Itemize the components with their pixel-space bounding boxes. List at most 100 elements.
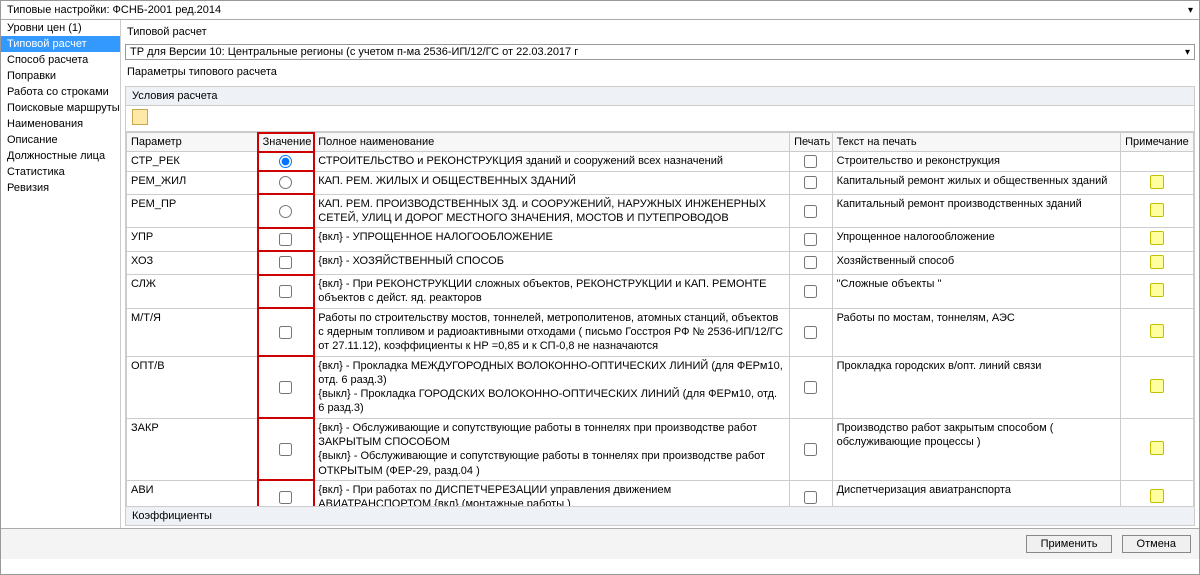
value-checkbox[interactable] <box>279 326 292 339</box>
cell-print <box>790 194 833 228</box>
value-radio[interactable] <box>279 176 292 189</box>
cell-fullname: {вкл} - Прокладка МЕЖДУГОРОДНЫХ ВОЛОКОНН… <box>314 356 790 418</box>
table-row[interactable]: СЛЖ{вкл} - При РЕКОНСТРУКЦИИ сложных объ… <box>127 275 1194 309</box>
cell-printtxt: Капитальный ремонт жилых и общественных … <box>832 171 1121 194</box>
sidebar-item[interactable]: Описание <box>1 132 120 148</box>
value-checkbox[interactable] <box>279 443 292 456</box>
cell-print <box>790 275 833 309</box>
titlebar-dropdown-icon[interactable]: ▾ <box>1188 5 1193 16</box>
note-icon[interactable] <box>1150 324 1164 338</box>
cell-param: АВИ <box>127 480 259 507</box>
cell-print <box>790 152 833 171</box>
cell-printtxt: Упрощенное налогообложение <box>832 228 1121 251</box>
cell-print <box>790 480 833 507</box>
col-value[interactable]: Значение <box>258 133 314 152</box>
sidebar-item[interactable]: Способ расчета <box>1 52 120 68</box>
note-icon[interactable] <box>1150 283 1164 297</box>
table-row[interactable]: ЗАКР{вкл} - Обслуживающие и сопутствующи… <box>127 418 1194 480</box>
sidebar-item[interactable]: Работа со строками <box>1 84 120 100</box>
cell-fullname: СТРОИТЕЛЬСТВО и РЕКОНСТРУКЦИЯ зданий и с… <box>314 152 790 171</box>
table-row[interactable]: М/Т/ЯРаботы по строительству мостов, тон… <box>127 308 1194 356</box>
cell-note <box>1121 275 1194 309</box>
value-checkbox[interactable] <box>279 381 292 394</box>
value-radio[interactable] <box>279 205 292 218</box>
edit-icon[interactable] <box>132 109 148 125</box>
table-row[interactable]: АВИ {вкл} - При работах по ДИСПЕТЧЕРЕЗАЦИ… <box>127 480 1194 507</box>
cell-fullname: {вкл} - При работах по ДИСПЕТЧЕРЕЗАЦИИ у… <box>314 480 790 507</box>
note-icon[interactable] <box>1150 255 1164 269</box>
table-row[interactable]: РЕМ_ПРКАП. РЕМ. ПРОИЗВОДСТВЕННЫХ ЗД. и С… <box>127 194 1194 228</box>
table-row[interactable]: ОПТ/В{вкл} - Прокладка МЕЖДУГОРОДНЫХ ВОЛ… <box>127 356 1194 418</box>
cell-note <box>1121 308 1194 356</box>
cell-value <box>258 356 314 418</box>
apply-button[interactable]: Применить <box>1026 535 1113 553</box>
cancel-button[interactable]: Отмена <box>1122 535 1191 553</box>
cell-param: М/Т/Я <box>127 308 259 356</box>
value-checkbox[interactable] <box>279 256 292 269</box>
print-checkbox[interactable] <box>804 326 817 339</box>
note-icon[interactable] <box>1150 441 1164 455</box>
sidebar-item[interactable]: Статистика <box>1 164 120 180</box>
sidebar-item[interactable]: Типовой расчет <box>1 36 120 52</box>
sidebar-item[interactable]: Наименования <box>1 116 120 132</box>
cell-printtxt: Прокладка городских в/опт. линий связи <box>832 356 1121 418</box>
print-checkbox[interactable] <box>804 256 817 269</box>
print-checkbox[interactable] <box>804 285 817 298</box>
cell-note <box>1121 251 1194 274</box>
table-row[interactable]: ХОЗ{вкл} - ХОЗЯЙСТВЕННЫЙ СПОСОБХозяйстве… <box>127 251 1194 274</box>
value-radio[interactable] <box>279 155 292 168</box>
value-checkbox[interactable] <box>279 285 292 298</box>
cell-value <box>258 418 314 480</box>
col-name[interactable]: Полное наименование <box>314 133 790 152</box>
sidebar-item[interactable]: Уровни цен (1) <box>1 20 120 36</box>
cell-note <box>1121 152 1194 171</box>
cell-printtxt: "Сложные объекты " <box>832 275 1121 309</box>
table-row[interactable]: СТР_РЕКСТРОИТЕЛЬСТВО и РЕКОНСТРУКЦИЯ зда… <box>127 152 1194 171</box>
print-checkbox[interactable] <box>804 491 817 504</box>
cell-printtxt: Работы по мостам, тоннелям, АЭС <box>832 308 1121 356</box>
cell-fullname: КАП. РЕМ. ПРОИЗВОДСТВЕННЫХ ЗД. и СООРУЖЕ… <box>314 194 790 228</box>
sidebar: Уровни цен (1)Типовой расчетСпособ расче… <box>1 20 121 528</box>
cell-value <box>258 480 314 507</box>
cell-printtxt: Производство работ закрытым способом ( о… <box>832 418 1121 480</box>
cell-note <box>1121 356 1194 418</box>
note-icon[interactable] <box>1150 175 1164 189</box>
cell-fullname: {вкл} - УПРОЩЕННОЕ НАЛОГООБЛОЖЕНИЕ <box>314 228 790 251</box>
print-checkbox[interactable] <box>804 176 817 189</box>
table-row[interactable]: РЕМ_ЖИЛКАП. РЕМ. ЖИЛЫХ И ОБЩЕСТВЕННЫХ ЗД… <box>127 171 1194 194</box>
value-checkbox[interactable] <box>279 491 292 504</box>
params-table-wrap: Параметр Значение Полное наименование Пе… <box>125 131 1195 507</box>
sidebar-item[interactable]: Ревизия <box>1 180 120 196</box>
print-checkbox[interactable] <box>804 443 817 456</box>
title-bar: Типовые настройки: ФСНБ-2001 ред.2014 ▾ <box>1 1 1199 20</box>
section-coefficients[interactable]: Коэффициенты <box>125 507 1195 526</box>
note-icon[interactable] <box>1150 489 1164 503</box>
col-printtxt[interactable]: Текст на печать <box>832 133 1121 152</box>
cell-value <box>258 228 314 251</box>
calc-template-combo[interactable]: ТР для Версии 10: Центральные регионы (с… <box>125 44 1195 60</box>
cell-param: ХОЗ <box>127 251 259 274</box>
note-icon[interactable] <box>1150 203 1164 217</box>
print-checkbox[interactable] <box>804 381 817 394</box>
table-row[interactable]: УПР{вкл} - УПРОЩЕННОЕ НАЛОГООБЛОЖЕНИЕУпр… <box>127 228 1194 251</box>
note-icon[interactable] <box>1150 379 1164 393</box>
note-icon[interactable] <box>1150 231 1164 245</box>
params-table: Параметр Значение Полное наименование Пе… <box>126 132 1194 507</box>
params-label: Параметры типового расчета <box>125 62 1195 82</box>
col-param[interactable]: Параметр <box>127 133 259 152</box>
sidebar-item[interactable]: Поисковые маршруты <box>1 100 120 116</box>
col-note[interactable]: Примечание <box>1121 133 1194 152</box>
section-conditions[interactable]: Условия расчета <box>125 86 1195 106</box>
cell-printtxt: Строительство и реконструкция <box>832 152 1121 171</box>
print-checkbox[interactable] <box>804 155 817 168</box>
print-checkbox[interactable] <box>804 233 817 246</box>
print-checkbox[interactable] <box>804 205 817 218</box>
content-panel: Типовой расчет ТР для Версии 10: Централ… <box>121 20 1199 528</box>
sidebar-item[interactable]: Поправки <box>1 68 120 84</box>
value-checkbox[interactable] <box>279 233 292 246</box>
col-print[interactable]: Печать <box>790 133 833 152</box>
cell-note <box>1121 194 1194 228</box>
sidebar-item[interactable]: Должностные лица <box>1 148 120 164</box>
cell-printtxt: Капитальный ремонт производственных здан… <box>832 194 1121 228</box>
cell-fullname: КАП. РЕМ. ЖИЛЫХ И ОБЩЕСТВЕННЫХ ЗДАНИЙ <box>314 171 790 194</box>
